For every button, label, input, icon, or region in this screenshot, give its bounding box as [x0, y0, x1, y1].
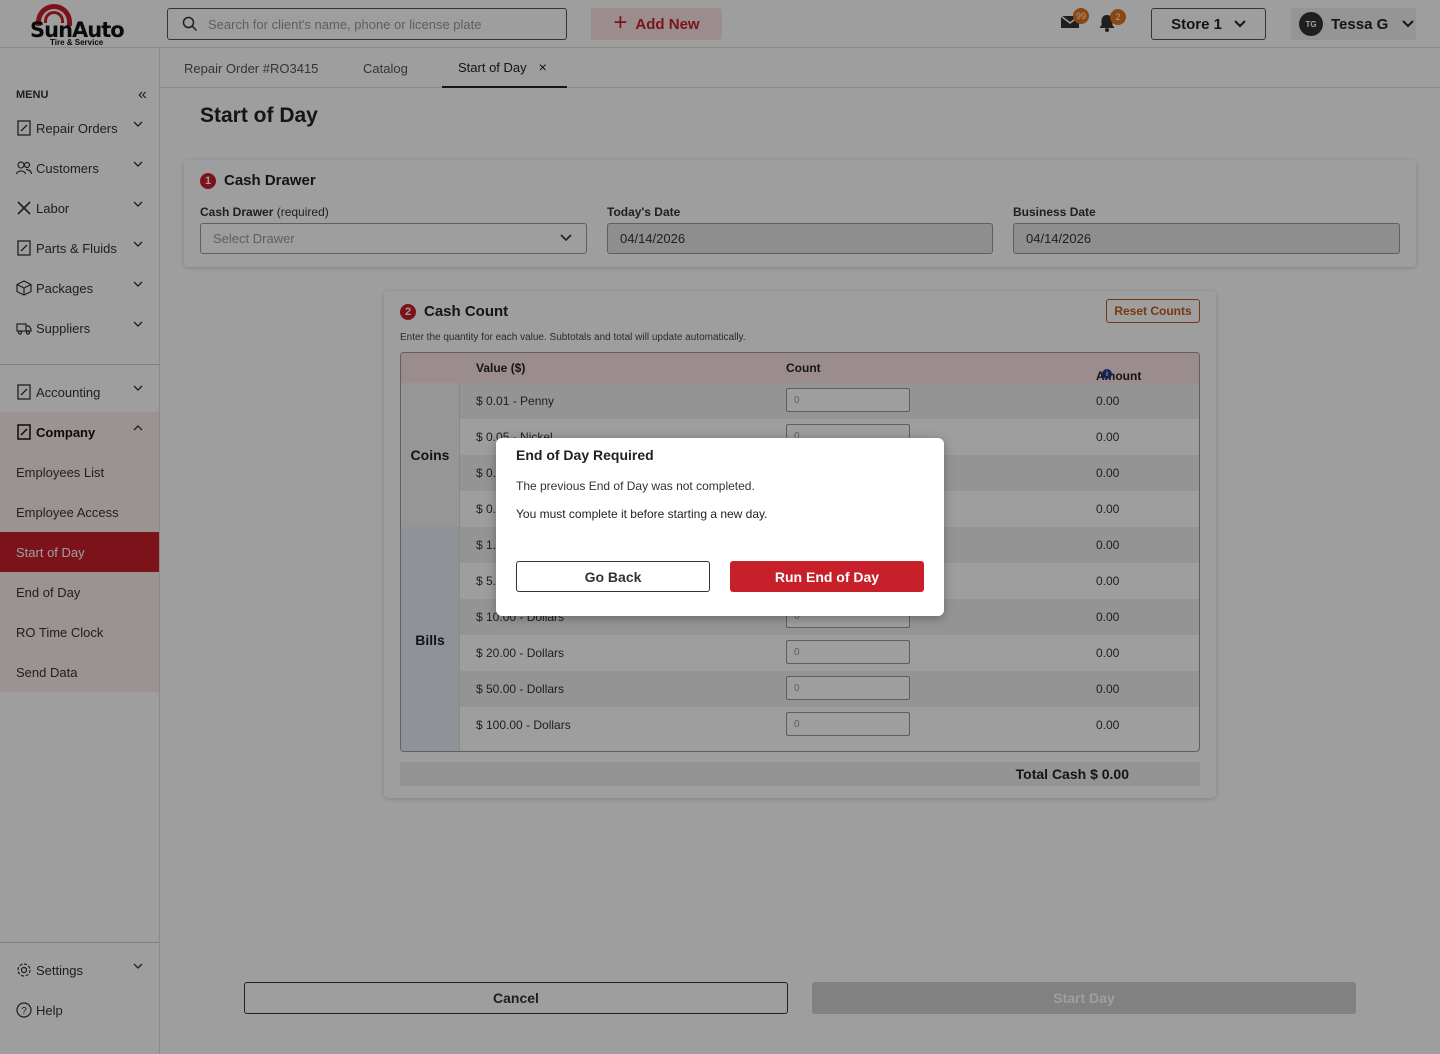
- go-back-button[interactable]: Go Back: [516, 561, 710, 592]
- dialog-title: End of Day Required: [516, 447, 654, 463]
- end-of-day-required-dialog: End of Day Required The previous End of …: [496, 438, 944, 616]
- dialog-message: You must complete it before starting a n…: [516, 507, 768, 521]
- run-end-of-day-button[interactable]: Run End of Day: [730, 561, 924, 592]
- dialog-message: The previous End of Day was not complete…: [516, 479, 755, 493]
